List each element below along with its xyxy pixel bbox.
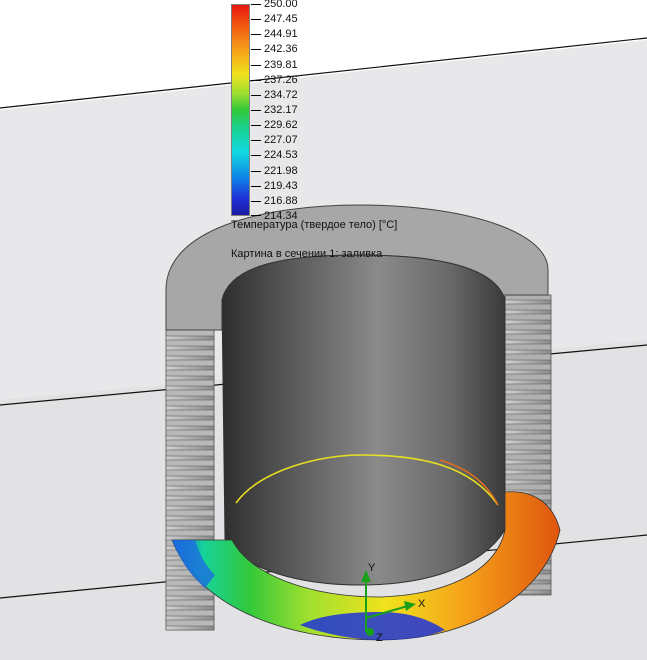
legend-tick: [251, 155, 261, 156]
cooling-fin: [165, 455, 215, 461]
triad-y-label: Y: [368, 562, 376, 574]
inner-cylinder-wall: [221, 254, 506, 586]
cooling-fin: [165, 385, 215, 391]
legend-tick: [251, 186, 261, 187]
cooling-fin: [504, 429, 552, 435]
cooling-fin: [165, 435, 215, 441]
cooling-fin: [504, 469, 552, 475]
legend-value-label: 224.53: [264, 149, 298, 161]
legend-tick: [251, 34, 261, 35]
cooling-fin: [165, 465, 215, 471]
legend-value-label: 237.26: [264, 74, 298, 86]
legend-title: Температура (твердое тело) [°C]: [231, 219, 398, 231]
cooling-fin: [165, 515, 215, 521]
legend-value-label: 242.36: [264, 43, 298, 55]
cooling-fin: [165, 445, 215, 451]
cooling-fin: [165, 345, 215, 351]
cooling-fin: [165, 475, 215, 481]
legend-value-label: 216.88: [264, 195, 298, 207]
cooling-fin: [504, 449, 552, 455]
cooling-fin: [165, 405, 215, 411]
legend-tick: [251, 171, 261, 172]
legend-value-label: 247.45: [264, 13, 298, 25]
legend-value-label: 227.07: [264, 134, 298, 146]
legend-value-label: 232.17: [264, 104, 298, 116]
cooling-fin: [165, 605, 215, 611]
legend-tick: [251, 201, 261, 202]
cooling-fin: [504, 309, 552, 315]
cooling-fin: [165, 625, 215, 631]
cooling-fin: [165, 525, 215, 531]
cooling-fin: [504, 319, 552, 325]
legend-value-label: 244.91: [264, 28, 298, 40]
cooling-fin: [504, 369, 552, 375]
legend-color-bar: [231, 4, 250, 216]
legend-tick: [251, 215, 261, 216]
legend-tick: [251, 49, 261, 50]
cooling-fin: [504, 419, 552, 425]
cooling-fin: [165, 365, 215, 371]
cooling-fin: [165, 415, 215, 421]
cooling-fin: [504, 379, 552, 385]
legend-value-label: 221.98: [264, 165, 298, 177]
cooling-fin: [504, 439, 552, 445]
legend-tick: [251, 80, 261, 81]
cooling-fin: [504, 399, 552, 405]
cooling-fin: [504, 389, 552, 395]
legend-tick: [251, 95, 261, 96]
legend-tick: [251, 19, 261, 20]
cooling-fin: [504, 329, 552, 335]
cooling-fin: [504, 349, 552, 355]
cooling-fin: [504, 409, 552, 415]
cooling-fin: [504, 479, 552, 485]
legend-tick: [251, 65, 261, 66]
cooling-fin: [165, 375, 215, 381]
cooling-fin: [504, 299, 552, 305]
legend-value-label: 239.81: [264, 59, 298, 71]
legend-value-label: 250.00: [264, 0, 298, 10]
legend-tick: [251, 125, 261, 126]
cooling-fin: [165, 395, 215, 401]
cooling-fin: [504, 459, 552, 465]
cooling-fin: [165, 425, 215, 431]
cooling-fin: [504, 339, 552, 345]
cooling-fin: [504, 359, 552, 365]
legend-value-label: 229.62: [264, 119, 298, 131]
cooling-fin: [165, 495, 215, 501]
cooling-fin: [165, 535, 215, 541]
cooling-fin: [165, 595, 215, 601]
legend-value-label: 234.72: [264, 89, 298, 101]
cooling-fin: [165, 335, 215, 341]
cooling-fin: [165, 485, 215, 491]
legend-value-label: 219.43: [264, 180, 298, 192]
cooling-fin: [165, 355, 215, 361]
triad-z-label: Z: [376, 632, 383, 644]
triad-x-label: X: [418, 598, 426, 610]
cooling-fin: [165, 505, 215, 511]
legend-tick: [251, 110, 261, 111]
legend-tick: [251, 140, 261, 141]
legend-tick: [251, 4, 261, 5]
temperature-color-legend: 250.00 247.45 244.91 242.36 239.81 237.26 234.…: [231, 0, 311, 222]
model-viewport[interactable]: Y X Z: [0, 0, 647, 660]
cooling-fin: [165, 615, 215, 621]
section-plot-caption: Картина в сечении 1: заливка: [231, 248, 383, 260]
